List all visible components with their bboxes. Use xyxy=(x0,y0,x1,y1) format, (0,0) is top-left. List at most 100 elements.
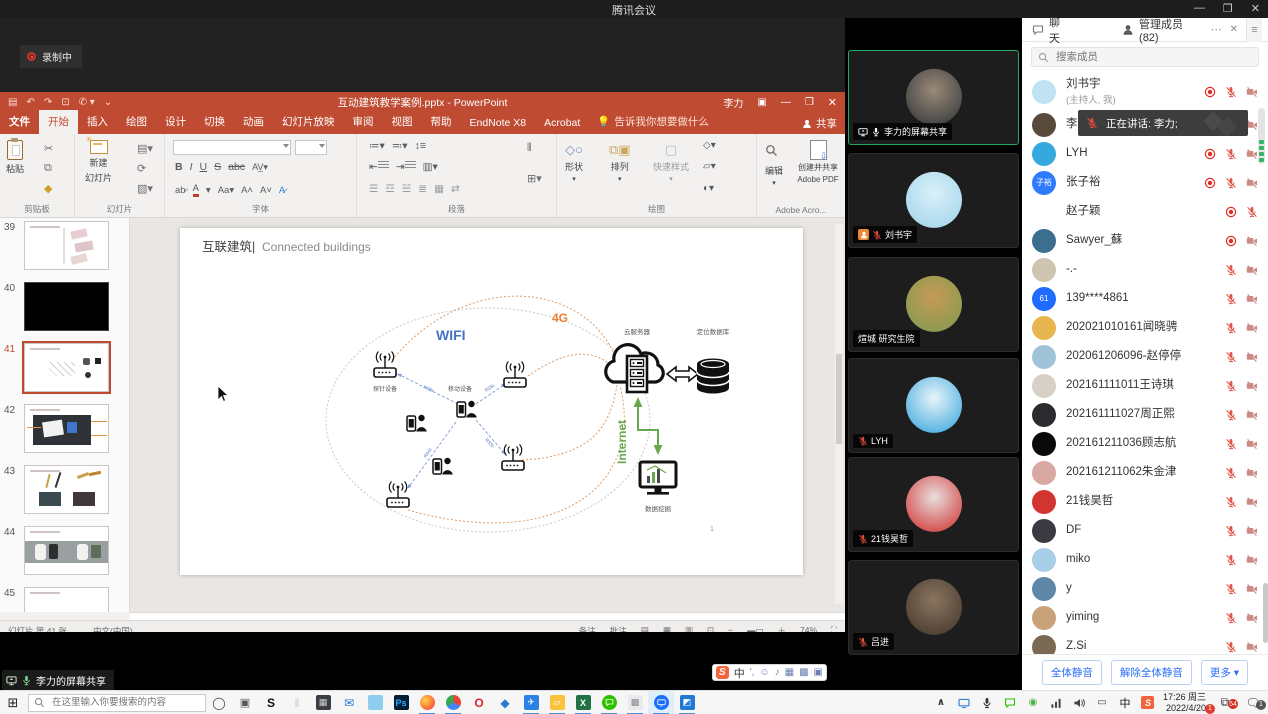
member-row[interactable]: miko xyxy=(1022,545,1268,574)
mic-muted-icon[interactable] xyxy=(1225,148,1237,160)
clear-format-button[interactable]: ab̷ xyxy=(175,185,186,196)
taskbar-app-tim[interactable]: ✈ xyxy=(518,691,544,714)
mic-muted-icon[interactable] xyxy=(1225,177,1237,189)
slide-thumbnail-41[interactable]: 41 xyxy=(0,340,129,401)
camera-off-icon[interactable] xyxy=(1246,351,1258,363)
taskbar-app-wechat[interactable] xyxy=(596,691,622,714)
taskbar-app-mail[interactable]: ✉ xyxy=(336,691,362,714)
mic-muted-icon[interactable] xyxy=(1225,583,1237,595)
member-row[interactable]: Sawyer_蘇 xyxy=(1022,226,1268,255)
justify-icon[interactable]: ≣ xyxy=(418,183,427,195)
ribbon-tab-动画[interactable]: 动画 xyxy=(234,110,273,134)
tab-manage-members[interactable]: 管理成员(82) xyxy=(1112,18,1211,41)
camera-off-icon[interactable] xyxy=(1246,467,1258,479)
member-row[interactable]: y xyxy=(1022,574,1268,603)
member-row[interactable]: 61139****4861 xyxy=(1022,284,1268,313)
ribbon-tab-帮助[interactable]: 帮助 xyxy=(422,110,461,134)
maximize-button[interactable]: ❐ xyxy=(1219,0,1237,17)
decrease-indent-icon[interactable]: ⇤ xyxy=(369,161,389,173)
cortana-icon[interactable]: ◯ xyxy=(206,691,232,714)
notification-tray-icon[interactable]: ⧉ 54 xyxy=(1215,695,1235,710)
mic-muted-icon[interactable] xyxy=(1225,86,1237,98)
line-spacing-icon[interactable]: ↕≡ xyxy=(415,140,426,152)
meeting-tray-icon[interactable] xyxy=(956,697,972,709)
align-center-icon[interactable]: ☲ xyxy=(385,183,394,195)
video-tile-6[interactable]: 吕进 xyxy=(848,560,1019,655)
taskbar-app-app-divider[interactable]: ‖ xyxy=(284,691,310,714)
sogou-tray-icon[interactable]: S xyxy=(1140,696,1156,709)
slide-thumbnail-40[interactable]: 40 xyxy=(0,279,129,340)
mic-muted-icon[interactable] xyxy=(1225,264,1237,276)
member-row[interactable]: 202061206096-赵停停 xyxy=(1022,342,1268,371)
member-row[interactable]: 刘书宇(主持人, 我) xyxy=(1022,74,1268,110)
paste-button[interactable]: 粘贴 xyxy=(6,140,24,175)
member-row[interactable]: -.- xyxy=(1022,255,1268,284)
layout-icon[interactable]: ▤▾ xyxy=(137,142,153,155)
member-row[interactable]: 21钱昊哲 xyxy=(1022,487,1268,516)
member-search-input[interactable] xyxy=(1054,50,1252,64)
taskbar-app-file-explorer[interactable]: ▱ xyxy=(544,691,570,714)
ime-toolbox-icon[interactable]: ▩ xyxy=(799,667,808,678)
numbering-icon[interactable]: ≕▾ xyxy=(392,140,408,152)
bold-button[interactable]: B xyxy=(175,161,183,173)
video-tile-2[interactable]: 刘书宇 xyxy=(848,153,1019,248)
taskbar-app-excel[interactable]: X xyxy=(570,691,596,714)
format-painter-icon[interactable]: ◆ xyxy=(44,182,52,195)
shadow-button[interactable]: S xyxy=(214,161,221,173)
font-name-combo[interactable] xyxy=(173,140,291,155)
taskbar-search-input[interactable] xyxy=(50,696,200,709)
edit-button[interactable]: 编辑▾ xyxy=(759,164,789,187)
unmute-all-button[interactable]: 解除全体静音 xyxy=(1111,660,1192,685)
mic-muted-icon[interactable] xyxy=(1225,380,1237,392)
camera-off-icon[interactable] xyxy=(1246,583,1258,595)
mic-muted-icon[interactable] xyxy=(1246,206,1258,218)
camera-off-icon[interactable] xyxy=(1246,177,1258,189)
ppt-minimize-button[interactable]: — xyxy=(781,97,791,108)
task-view-icon[interactable]: ▣ xyxy=(232,691,258,714)
columns-icon[interactable]: ▥▾ xyxy=(423,161,438,173)
italic-button[interactable]: I xyxy=(190,161,193,173)
member-row[interactable]: Z.Si xyxy=(1022,632,1268,654)
ime-mic-icon[interactable]: ♪ xyxy=(775,667,780,678)
mic-muted-icon[interactable] xyxy=(1225,612,1237,624)
taskbar-app-firefox[interactable] xyxy=(414,691,440,714)
ribbon-tab-设计[interactable]: 设计 xyxy=(156,110,195,134)
highlight-button[interactable]: A̷ xyxy=(279,185,285,196)
taskbar-app-photos[interactable]: ◩ xyxy=(674,691,700,714)
ppt-share-button[interactable]: 共享 xyxy=(802,116,837,131)
mic-muted-icon[interactable] xyxy=(1225,467,1237,479)
ribbon-tab-开始[interactable]: 开始 xyxy=(39,110,78,134)
mute-all-button[interactable]: 全体静音 xyxy=(1042,660,1102,685)
close-button[interactable]: ✕ xyxy=(1247,0,1264,17)
video-tile-5[interactable]: 21钱昊哲 xyxy=(848,457,1019,552)
member-list-scrollbar[interactable] xyxy=(1263,583,1268,643)
member-row[interactable]: 子裕张子裕 xyxy=(1022,168,1268,197)
sogou-logo-icon[interactable]: S xyxy=(716,666,729,679)
minimize-button[interactable]: — xyxy=(1190,0,1209,17)
camera-off-icon[interactable] xyxy=(1246,235,1258,247)
volume-tray-icon[interactable] xyxy=(1071,697,1087,709)
action-center-icon[interactable]: 🗨 1 xyxy=(1242,696,1264,710)
slide-41[interactable]: 互联建筑| Connected buildings xyxy=(180,228,803,575)
taskbar-app-app-blue[interactable] xyxy=(362,691,388,714)
shapes-button[interactable]: ◇○ 形状▾ xyxy=(565,142,583,183)
mic-muted-icon[interactable] xyxy=(1225,293,1237,305)
panel-menu-icon[interactable]: ≡ xyxy=(1246,18,1262,42)
camera-off-icon[interactable] xyxy=(1246,409,1258,421)
convert-smartart-icon[interactable]: ⊞▾ xyxy=(527,172,542,185)
quick-styles-button[interactable]: ▢ 快速样式▾ xyxy=(653,142,689,183)
safe360-tray-icon[interactable]: ◉ xyxy=(1025,697,1041,708)
increase-indent-icon[interactable]: ⇥ xyxy=(396,161,416,173)
member-row[interactable]: LYH xyxy=(1022,139,1268,168)
ppt-close-button[interactable]: ✕ xyxy=(828,96,837,109)
taskbar-search[interactable] xyxy=(28,694,206,712)
align-right-icon[interactable]: ☱ xyxy=(402,183,411,195)
mic-muted-icon[interactable] xyxy=(1225,351,1237,363)
taskbar-app-app-dark[interactable]: ▦ xyxy=(310,691,336,714)
taskbar-clock[interactable]: 17:26 周三 2022/4/20 1 xyxy=(1163,692,1208,713)
member-search[interactable] xyxy=(1031,47,1259,67)
camera-off-icon[interactable] xyxy=(1246,293,1258,305)
member-row[interactable]: 202021010161闻晓骋 xyxy=(1022,313,1268,342)
camera-off-icon[interactable] xyxy=(1246,438,1258,450)
ime-keyboard-icon[interactable]: ▦ xyxy=(785,667,794,678)
